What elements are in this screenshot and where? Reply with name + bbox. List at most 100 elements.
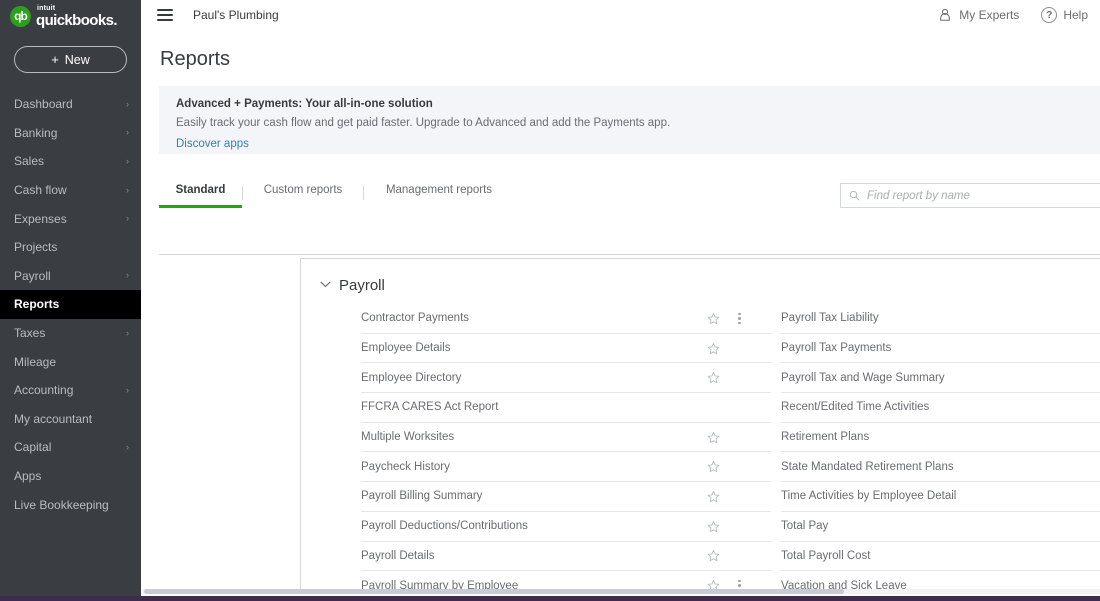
discover-apps-link[interactable]: Discover apps bbox=[176, 138, 1100, 150]
report-row-actions bbox=[707, 431, 771, 444]
chevron-down-icon bbox=[320, 281, 331, 291]
browser-bottom-bar bbox=[0, 596, 1100, 601]
report-name[interactable]: Total Pay bbox=[781, 520, 1100, 532]
sidebar-item-mileage[interactable]: Mileage bbox=[0, 347, 141, 376]
report-row[interactable]: Contractor Payments bbox=[361, 304, 771, 334]
report-row[interactable]: Paycheck History bbox=[361, 452, 771, 483]
sidebar-item-my-accountant[interactable]: My accountant bbox=[0, 405, 141, 434]
sidebar-item-label: Mileage bbox=[14, 354, 57, 369]
chevron-right-icon: › bbox=[126, 384, 129, 395]
sidebar-item-label: Expenses bbox=[14, 211, 67, 226]
report-row[interactable]: Payroll Details bbox=[361, 542, 771, 572]
reports-columns: Contractor Payments Employee Details Emplo… bbox=[301, 294, 1100, 594]
sidebar-item-expenses[interactable]: Expenses › bbox=[0, 204, 141, 233]
page-title: Reports bbox=[160, 48, 231, 70]
sidebar-item-reports[interactable]: Reports bbox=[0, 290, 141, 319]
report-row[interactable]: Time Activities by Employee Detail bbox=[781, 482, 1100, 512]
chevron-right-icon: › bbox=[126, 184, 129, 195]
report-row-actions bbox=[707, 490, 771, 503]
sidebar-item-label: Payroll bbox=[14, 268, 51, 283]
favorite-star-icon[interactable] bbox=[707, 490, 720, 503]
sidebar-item-cash-flow[interactable]: Cash flow › bbox=[0, 176, 141, 205]
chevron-right-icon: › bbox=[126, 327, 129, 338]
report-name[interactable]: Payroll Deductions/Contributions bbox=[361, 520, 707, 532]
new-button[interactable]: + New bbox=[14, 46, 127, 73]
report-row[interactable]: Payroll Tax and Wage Summary bbox=[781, 363, 1100, 394]
report-name[interactable]: Employee Directory bbox=[361, 372, 707, 384]
report-row[interactable]: Retirement Plans bbox=[781, 423, 1100, 453]
report-name[interactable]: Total Payroll Cost bbox=[781, 550, 1100, 562]
horizontal-scrollbar[interactable] bbox=[142, 589, 1100, 594]
report-name[interactable]: Payroll Details bbox=[361, 550, 707, 562]
report-row[interactable]: State Mandated Retirement Plans bbox=[781, 452, 1100, 483]
report-name[interactable]: Employee Details bbox=[361, 342, 707, 354]
sidebar-item-sales[interactable]: Sales › bbox=[0, 147, 141, 176]
sidebar-item-payroll[interactable]: Payroll › bbox=[0, 262, 141, 291]
report-name[interactable]: Payroll Tax Liability bbox=[781, 312, 1100, 324]
sidebar-item-label: Apps bbox=[14, 469, 42, 484]
report-row[interactable]: Payroll Tax Payments bbox=[781, 334, 1100, 364]
report-row[interactable]: Payroll Deductions/Contributions bbox=[361, 512, 771, 542]
sidebar-item-label: Banking bbox=[14, 125, 58, 140]
tab-management-reports[interactable]: Management reports bbox=[364, 174, 514, 196]
chevron-right-icon: › bbox=[126, 441, 129, 452]
report-name[interactable]: Payroll Billing Summary bbox=[361, 490, 707, 502]
sidebar-item-banking[interactable]: Banking › bbox=[0, 119, 141, 148]
report-row[interactable]: Total Payroll Cost bbox=[781, 542, 1100, 572]
sidebar-item-label: Reports bbox=[14, 297, 60, 312]
report-row[interactable]: Employee Details bbox=[361, 334, 771, 364]
company-name[interactable]: Paul's Plumbing bbox=[193, 8, 279, 22]
report-row[interactable]: FFCRA CARES Act Report bbox=[361, 393, 771, 423]
quickbooks-logo[interactable]: qb intuit quickbooks. bbox=[0, 0, 141, 32]
report-row-actions bbox=[707, 520, 771, 533]
report-name[interactable]: Contractor Payments bbox=[361, 312, 707, 324]
report-row-actions bbox=[707, 460, 771, 473]
my-experts-button[interactable]: My Experts bbox=[937, 7, 1019, 23]
help-button[interactable]: ? Help bbox=[1041, 7, 1088, 23]
horizontal-scrollbar-thumb[interactable] bbox=[144, 589, 844, 594]
hamburger-menu-icon[interactable] bbox=[157, 9, 173, 21]
report-name[interactable]: Paycheck History bbox=[361, 461, 707, 473]
chevron-right-icon: › bbox=[126, 270, 129, 281]
report-row-actions bbox=[707, 342, 771, 355]
report-name[interactable]: Recent/Edited Time Activities bbox=[781, 401, 1100, 413]
row-more-options-icon[interactable] bbox=[738, 312, 741, 325]
sidebar-item-dashboard[interactable]: Dashboard › bbox=[0, 90, 141, 119]
promo-subtitle: Easily track your cash flow and get paid… bbox=[176, 117, 671, 129]
report-row[interactable]: Employee Directory bbox=[361, 363, 771, 394]
sidebar-item-capital[interactable]: Capital › bbox=[0, 433, 141, 462]
sidebar-item-projects[interactable]: Projects bbox=[0, 233, 141, 262]
sidebar-item-taxes[interactable]: Taxes › bbox=[0, 319, 141, 348]
person-icon bbox=[940, 8, 951, 21]
payroll-group-header[interactable]: Payroll bbox=[301, 259, 1100, 294]
favorite-star-icon[interactable] bbox=[707, 342, 720, 355]
report-row-actions bbox=[707, 549, 771, 562]
report-name[interactable]: Retirement Plans bbox=[781, 431, 1100, 443]
favorite-star-icon[interactable] bbox=[707, 312, 720, 325]
sidebar-item-accounting[interactable]: Accounting › bbox=[0, 376, 141, 405]
promo-title: Advanced + Payments: Your all-in-one sol… bbox=[176, 98, 433, 110]
tabs-underline bbox=[159, 254, 1100, 255]
report-row[interactable]: Payroll Tax Liability bbox=[781, 304, 1100, 334]
report-name[interactable]: Payroll Tax and Wage Summary bbox=[781, 372, 1100, 384]
report-name[interactable]: Time Activities by Employee Detail bbox=[781, 490, 1100, 502]
tab-standard[interactable]: Standard bbox=[159, 174, 242, 208]
report-row[interactable]: Multiple Worksites bbox=[361, 423, 771, 453]
favorite-star-icon[interactable] bbox=[707, 520, 720, 533]
report-name[interactable]: State Mandated Retirement Plans bbox=[781, 461, 1100, 473]
sidebar-item-apps[interactable]: Apps bbox=[0, 462, 141, 491]
tab-custom-reports[interactable]: Custom reports bbox=[243, 174, 363, 196]
help-label: Help bbox=[1063, 8, 1088, 22]
report-name[interactable]: Multiple Worksites bbox=[361, 431, 707, 443]
report-row[interactable]: Payroll Billing Summary bbox=[361, 482, 771, 512]
sidebar-item-label: Live Bookkeeping bbox=[14, 497, 109, 512]
favorite-star-icon[interactable] bbox=[707, 431, 720, 444]
report-row[interactable]: Total Pay bbox=[781, 512, 1100, 542]
report-row[interactable]: Recent/Edited Time Activities bbox=[781, 393, 1100, 423]
sidebar-item-live-bookkeeping[interactable]: Live Bookkeeping bbox=[0, 490, 141, 519]
report-name[interactable]: FFCRA CARES Act Report bbox=[361, 401, 707, 413]
favorite-star-icon[interactable] bbox=[707, 371, 720, 384]
favorite-star-icon[interactable] bbox=[707, 549, 720, 562]
favorite-star-icon[interactable] bbox=[707, 460, 720, 473]
report-name[interactable]: Payroll Tax Payments bbox=[781, 342, 1100, 354]
